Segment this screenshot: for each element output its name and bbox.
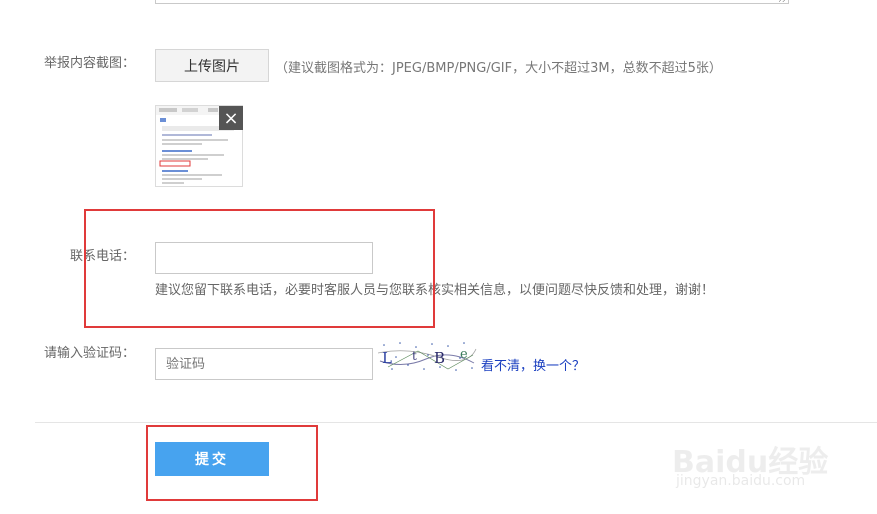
remove-thumbnail-close-icon[interactable]: × xyxy=(219,106,243,130)
baidu-jingyan-watermark: Baidu经验 jingyan.baidu.com xyxy=(672,415,872,495)
svg-text:L: L xyxy=(382,349,392,367)
submit-highlight-box xyxy=(146,425,318,501)
upload-image-button[interactable]: 上传图片 xyxy=(155,49,269,82)
captcha-noise-image: L t B e xyxy=(377,342,477,371)
refresh-captcha-link[interactable]: 看不清，换一个？ xyxy=(481,355,585,374)
resize-grip[interactable] xyxy=(779,0,787,2)
svg-text:B: B xyxy=(434,349,445,367)
upload-hint: （建议截图格式为：JPEG/BMP/PNG/GIF，大小不超过3M，总数不超过5… xyxy=(275,61,722,76)
watermark-url: jingyan.baidu.com xyxy=(676,473,806,489)
captcha-label: 请输入验证码： xyxy=(43,346,135,361)
svg-text:e: e xyxy=(460,347,468,362)
phone-highlight-box xyxy=(84,209,435,328)
screenshot-label: 举报内容截图： xyxy=(43,56,135,71)
captcha-image[interactable]: L t B e xyxy=(377,339,478,373)
svg-text:t: t xyxy=(412,349,417,363)
description-textarea[interactable] xyxy=(155,0,789,4)
captcha-input[interactable] xyxy=(155,348,373,380)
